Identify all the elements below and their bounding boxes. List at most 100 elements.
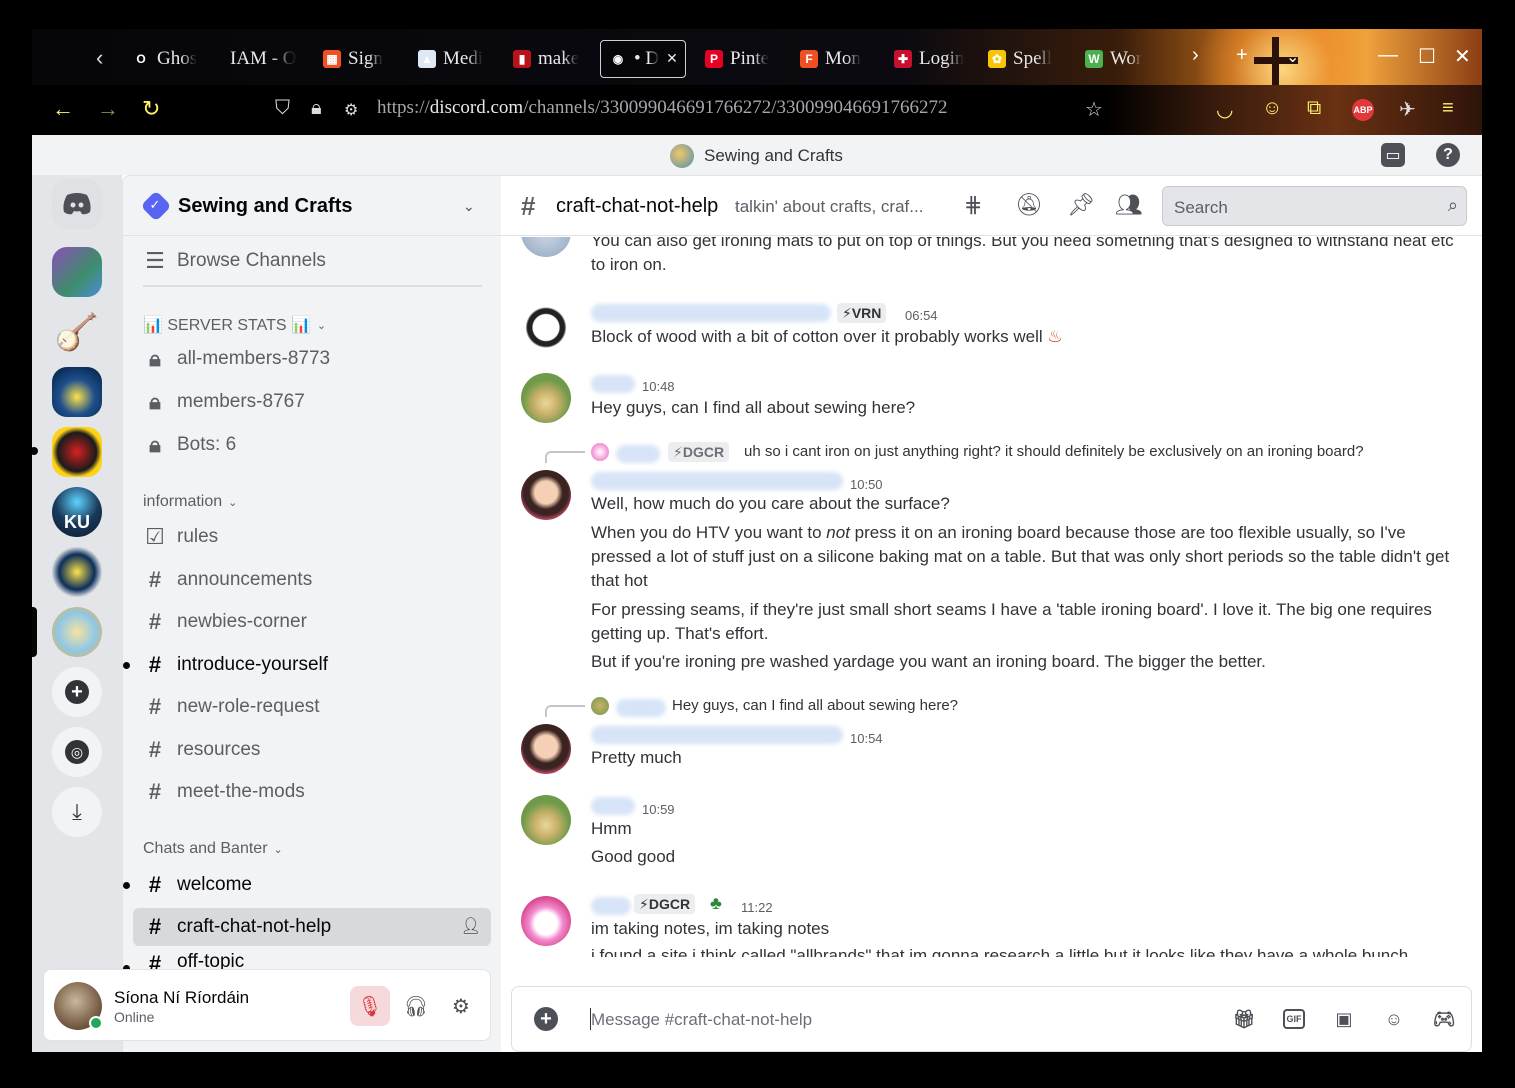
new-tab-icon[interactable]: + xyxy=(1236,44,1248,67)
bookmark-star-icon[interactable]: ☆ xyxy=(1085,97,1103,122)
help-icon[interactable]: ? xyxy=(1436,143,1460,167)
sticker-icon[interactable]: ▣ xyxy=(1332,1007,1356,1031)
server-icon-4[interactable] xyxy=(52,427,102,477)
username-blurred[interactable] xyxy=(591,726,843,744)
back-icon[interactable]: ← xyxy=(52,96,74,122)
avatar[interactable] xyxy=(521,795,571,845)
adblock-icon[interactable]: ABP xyxy=(1352,99,1374,121)
notifications-muted-icon[interactable]: 🔕︎ xyxy=(1015,192,1043,218)
direct-messages-button[interactable] xyxy=(52,179,102,229)
inbox-icon[interactable]: ▭ xyxy=(1381,143,1405,167)
tab-8[interactable]: F Mon xyxy=(800,40,878,78)
server-icon-6[interactable] xyxy=(52,547,102,597)
server-header[interactable]: ✓ Sewing and Crafts ⌄ xyxy=(123,176,502,236)
close-icon[interactable]: ✕ xyxy=(1454,44,1471,69)
tab-4[interactable]: ▲ Medi xyxy=(418,40,496,78)
invite-icon[interactable]: 👤︎ xyxy=(461,916,481,936)
tab-10[interactable]: ✿ Spell xyxy=(988,40,1066,78)
avatar[interactable] xyxy=(521,724,571,774)
lock-icon[interactable]: 🔒︎ xyxy=(311,97,322,120)
deafen-button[interactable]: 🎧︎ xyxy=(396,986,436,1026)
reply-preview[interactable]: Hey guys, can I find all about sewing he… xyxy=(672,697,958,714)
emoji-icon[interactable]: ☺ xyxy=(1382,1007,1406,1031)
channel-craft-chat-not-help[interactable]: # craft-chat-not-help 👤︎ xyxy=(133,908,491,946)
menu-icon[interactable]: ≡ xyxy=(1442,97,1454,120)
message-composer[interactable]: + Message #craft-chat-not-help 🎁︎ GIF ▣ … xyxy=(511,986,1472,1052)
message-input[interactable]: Message #craft-chat-not-help xyxy=(591,1010,812,1030)
server-icon-5[interactable]: KU xyxy=(52,487,102,537)
username-blurred[interactable] xyxy=(616,699,666,717)
close-tab-icon[interactable]: ✕ xyxy=(666,51,678,67)
extension-icon[interactable]: ✈ xyxy=(1399,97,1416,122)
tab-9[interactable]: ✚ Login xyxy=(894,40,972,78)
username-blurred[interactable] xyxy=(591,304,831,322)
server-icon-1[interactable] xyxy=(52,247,102,297)
pocket-icon[interactable]: ◡ xyxy=(1216,97,1233,122)
channel-rules[interactable]: ☑ rules xyxy=(133,518,491,556)
channel-topic[interactable]: talkin' about crafts, craf... xyxy=(735,197,950,217)
gift-icon[interactable]: 🎁︎ xyxy=(1232,1007,1256,1031)
category-chats-and-banter[interactable]: Chats and Banter ⌄ xyxy=(143,840,283,858)
channel-all-members[interactable]: 🔒︎ all-members-8773 xyxy=(133,340,491,378)
username-blurred[interactable] xyxy=(591,897,631,915)
tab-3[interactable]: ▦ Sign xyxy=(323,40,401,78)
avatar[interactable] xyxy=(521,896,571,946)
chevron-down-icon[interactable]: ⌄ xyxy=(463,198,475,215)
member-list-icon[interactable]: 👥︎ xyxy=(1115,192,1143,218)
server-icon-2[interactable]: 🪕 xyxy=(52,307,102,357)
forward-icon[interactable]: → xyxy=(97,96,119,122)
settings-button[interactable]: ⚙ xyxy=(441,986,481,1026)
avatar[interactable] xyxy=(521,300,571,350)
username-blurred[interactable] xyxy=(616,445,660,463)
tab-11[interactable]: W Wor xyxy=(1085,40,1163,78)
channel-introduce-yourself[interactable]: # introduce-yourself xyxy=(133,646,491,684)
avatar[interactable] xyxy=(521,237,571,257)
tab-list-icon[interactable]: ⌄ xyxy=(1286,47,1299,67)
explore-button[interactable]: ◎ xyxy=(52,727,102,777)
channel-newbies-corner[interactable]: # newbies-corner xyxy=(133,603,491,641)
tab-7[interactable]: P Pinte xyxy=(705,40,783,78)
username-blurred[interactable] xyxy=(591,375,635,393)
threads-icon[interactable]: ⋕ xyxy=(964,192,982,218)
shield-icon[interactable]: ⛉ xyxy=(275,97,290,120)
channel-new-role-request[interactable]: # new-role-request xyxy=(133,688,491,726)
server-icon-3[interactable] xyxy=(52,367,102,417)
search-input[interactable]: Search ⌕ xyxy=(1162,186,1467,226)
channel-bots[interactable]: 🔒︎ Bots: 6 xyxy=(133,426,491,464)
category-information[interactable]: information ⌄ xyxy=(143,493,237,511)
reply-preview[interactable]: uh so i cant iron on just anything right… xyxy=(744,443,1364,460)
tab-5[interactable]: ▮ make xyxy=(513,40,591,78)
gif-icon[interactable]: GIF xyxy=(1283,1009,1305,1029)
avatar[interactable] xyxy=(521,470,571,520)
url-bar[interactable]: https://discord.com/channels/33009904669… xyxy=(377,97,948,119)
add-server-button[interactable]: + xyxy=(52,667,102,717)
tab-2[interactable]: IAM - O xyxy=(230,40,308,78)
server-icon-sewing[interactable] xyxy=(52,607,102,657)
channel-members[interactable]: 🔒︎ members-8767 xyxy=(133,383,491,421)
avatar[interactable] xyxy=(521,373,571,423)
gamepad-icon[interactable]: 🎮︎ xyxy=(1432,1007,1456,1031)
permissions-icon[interactable]: ⚙ xyxy=(344,100,358,120)
username-blurred[interactable] xyxy=(591,797,635,815)
channel-off-topic[interactable]: # off-topic xyxy=(133,951,491,971)
download-button[interactable]: ⤓ xyxy=(52,787,102,837)
tab-scroll-left-icon[interactable]: ‹ xyxy=(96,45,103,71)
reload-icon[interactable]: ↻ xyxy=(142,96,160,122)
channel-meet-the-mods[interactable]: # meet-the-mods xyxy=(133,773,491,811)
maximize-icon[interactable]: ☐ xyxy=(1418,44,1436,69)
tab-1[interactable]: O Ghos xyxy=(132,40,210,78)
category-server-stats[interactable]: 📊 SERVER STATS 📊 ⌄ xyxy=(143,315,326,335)
attach-plus-icon[interactable]: + xyxy=(534,1007,558,1031)
role-tag[interactable]: ⚡VRN xyxy=(837,303,887,323)
username-blurred[interactable] xyxy=(591,472,843,490)
tab-scroll-right-icon[interactable]: › xyxy=(1192,44,1199,67)
mute-button[interactable]: 🎙︎ xyxy=(350,986,390,1026)
role-tag[interactable]: ⚡DGCR xyxy=(634,894,696,914)
channel-resources[interactable]: # resources xyxy=(133,731,491,769)
channel-welcome[interactable]: # welcome xyxy=(133,866,491,904)
channel-announcements[interactable]: # announcements xyxy=(133,561,491,599)
tab-6[interactable]: ◉ • D ✕ xyxy=(600,40,686,78)
pin-icon[interactable]: 📌︎ xyxy=(1067,192,1095,218)
extensions-icon[interactable]: ⧉ xyxy=(1307,97,1321,120)
role-tag[interactable]: ⚡DGCR xyxy=(668,442,730,462)
